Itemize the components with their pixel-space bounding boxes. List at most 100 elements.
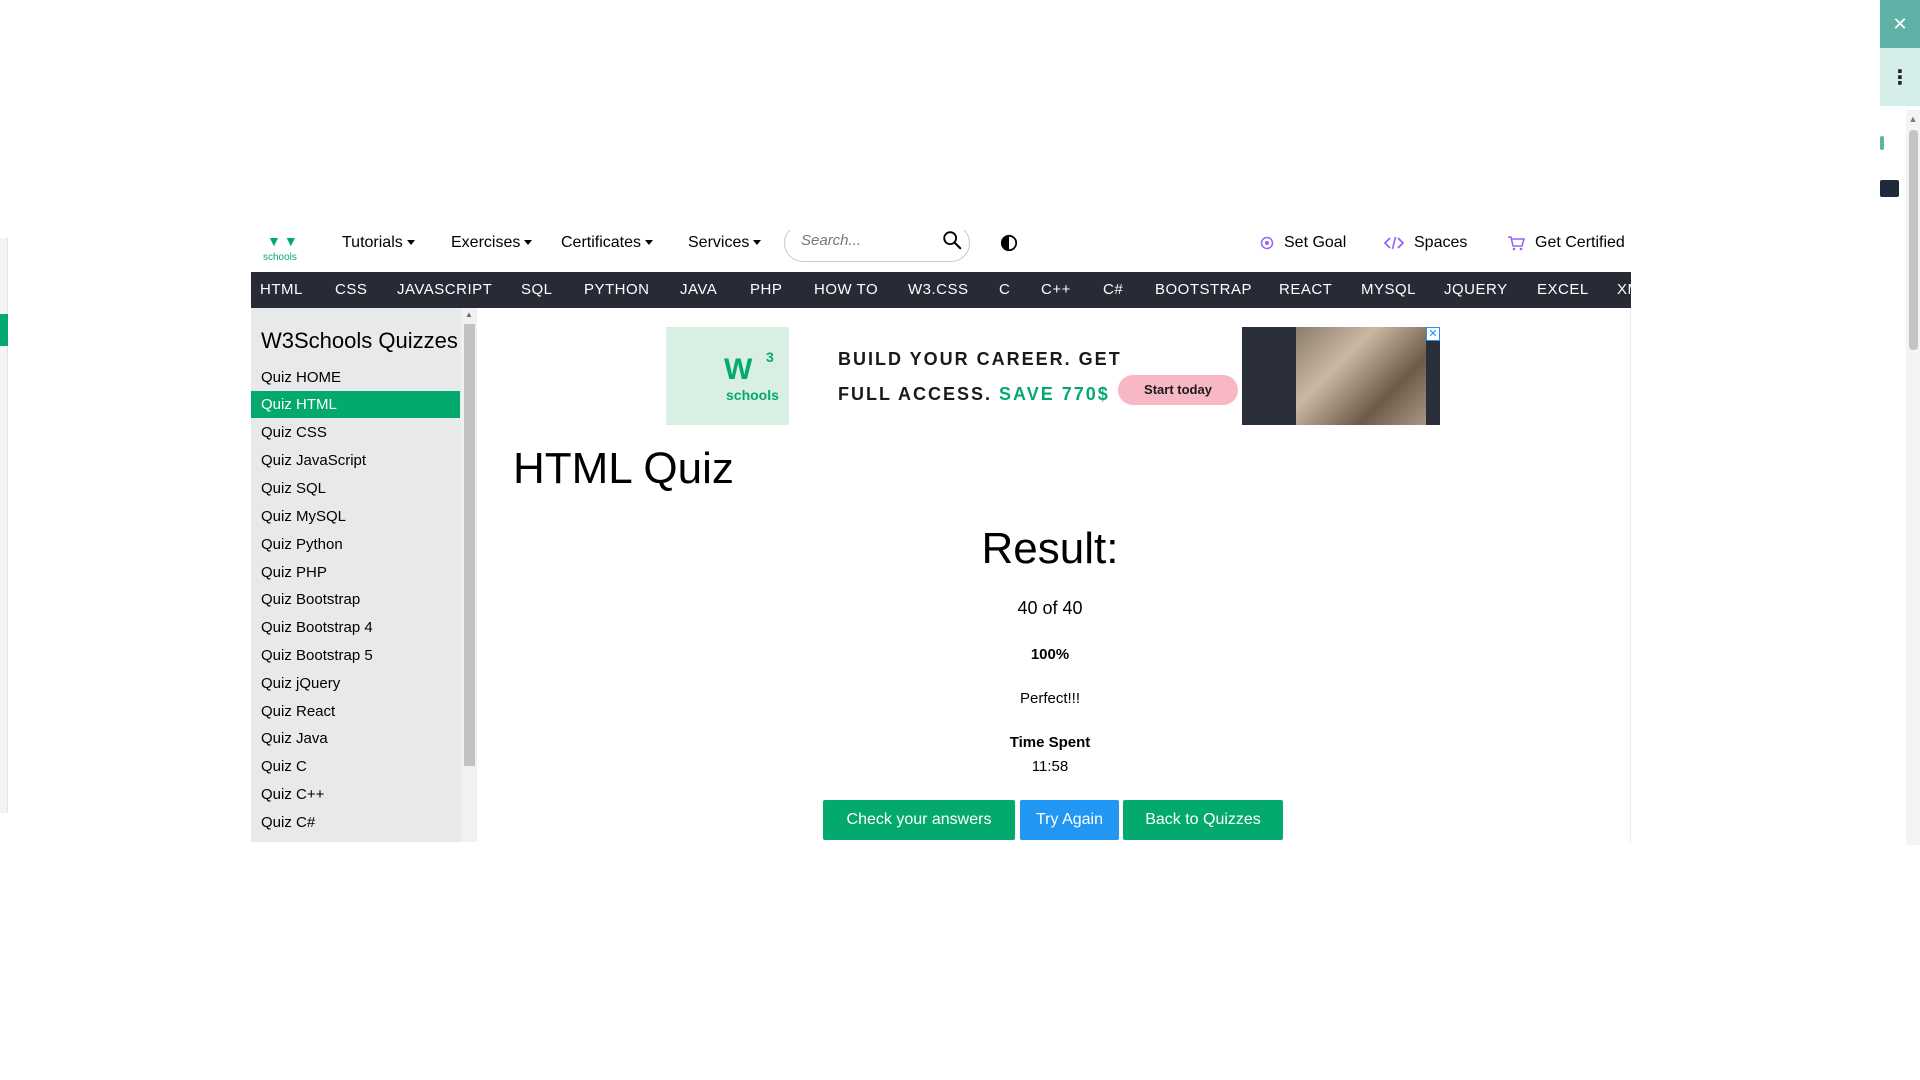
subject-css[interactable]: CSS (335, 272, 367, 308)
sidebar-item-quiz-cpp[interactable]: Quiz C++ (251, 781, 460, 808)
subject-php[interactable]: PHP (750, 272, 782, 308)
spaces-label: Spaces (1414, 234, 1468, 251)
subject-jquery[interactable]: JQUERY (1444, 272, 1508, 308)
search-input[interactable] (801, 230, 931, 251)
cart-icon (1508, 235, 1525, 251)
nav-tutorials-menu[interactable]: Tutorials (342, 234, 415, 252)
subject-cpp[interactable]: C++ (1041, 272, 1071, 308)
subject-sql[interactable]: SQL (521, 272, 553, 308)
ad-logo-mark: W (724, 353, 753, 386)
ad-logo-superscript: 3 (766, 349, 774, 365)
caret-down-icon (524, 240, 533, 246)
subject-xml[interactable]: XM (1617, 272, 1631, 308)
code-icon (1384, 236, 1404, 249)
w3schools-logo[interactable]: ▼▼ schools (263, 230, 311, 264)
sidebar-item-quiz-bootstrap-5[interactable]: Quiz Bootstrap 5 (251, 642, 460, 669)
scroll-up-arrow-icon[interactable]: ▲ (461, 310, 477, 319)
sidebar-item-quiz-php[interactable]: Quiz PHP (251, 559, 460, 586)
target-icon (1260, 236, 1274, 250)
result-heading: Result: (981, 524, 1119, 573)
side-panel-block (1880, 180, 1899, 197)
close-icon[interactable]: ✕ (1880, 0, 1920, 48)
caret-down-icon (753, 240, 762, 246)
sidebar-item-quiz-jquery[interactable]: Quiz jQuery (251, 670, 460, 697)
ad-logo-panel: W 3 schools (666, 327, 789, 425)
side-panel-indicator (1880, 136, 1884, 150)
sidebar-item-quiz-csharp[interactable]: Quiz C# (251, 809, 460, 836)
nav-exercises-menu[interactable]: Exercises (451, 234, 533, 252)
subject-csharp[interactable]: C# (1103, 272, 1123, 308)
ad-discount: SAVE 770$ (999, 384, 1110, 404)
set-goal-link[interactable]: Set Goal (1260, 234, 1346, 252)
ad-photo (1296, 327, 1426, 425)
top-navbar: ▼▼ schools Tutorials Exercises Certifica… (251, 230, 1631, 272)
sidebar-item-quiz-mysql[interactable]: Quiz MySQL (251, 503, 460, 530)
get-certified-label: Get Certified (1535, 234, 1625, 251)
left-panel-active-marker (0, 314, 8, 346)
quiz-sidebar: W3Schools Quizzes Quiz HOME Quiz HTML Qu… (251, 308, 477, 842)
subject-bar: HTML CSS JAVASCRIPT SQL PYTHON JAVA PHP … (251, 272, 1631, 308)
sidebar-scroll-thumb[interactable] (464, 324, 475, 766)
nav-services-menu[interactable]: Services (688, 234, 762, 252)
try-again-button[interactable]: Try Again (1020, 800, 1119, 840)
subject-javascript[interactable]: JAVASCRIPT (397, 272, 492, 308)
result-verdict: Perfect!!! (1019, 690, 1081, 707)
sidebar-item-quiz-java[interactable]: Quiz Java (251, 725, 460, 752)
sidebar-item-quiz-home[interactable]: Quiz HOME (251, 364, 460, 391)
search-icon[interactable] (941, 230, 963, 251)
sidebar-item-quiz-bootstrap-4[interactable]: Quiz Bootstrap 4 (251, 614, 460, 641)
logo-text: schools (263, 252, 297, 263)
sidebar-scrollbar[interactable]: ▲ (461, 308, 477, 842)
ad-subheadline-prefix: FULL ACCESS. (838, 384, 993, 404)
subject-java[interactable]: JAVA (680, 272, 717, 308)
subject-python[interactable]: PYTHON (584, 272, 650, 308)
check-answers-button[interactable]: Check your answers (823, 800, 1015, 840)
caret-down-icon (406, 240, 415, 246)
sidebar-item-quiz-c[interactable]: Quiz C (251, 753, 460, 780)
score-text: 40 of 40 (1017, 598, 1083, 618)
sidebar-item-quiz-react[interactable]: Quiz React (251, 698, 460, 725)
sidebar-item-quiz-python[interactable]: Quiz Python (251, 531, 460, 558)
time-spent-label: Time Spent (1009, 734, 1091, 751)
nav-certificates-label: Certificates (561, 234, 642, 251)
content-divider (1630, 308, 1631, 842)
theme-toggle-icon[interactable] (1000, 234, 1018, 252)
ad-banner[interactable]: W 3 schools BUILD YOUR CAREER. GET FULL … (666, 327, 1440, 425)
caret-down-icon (645, 240, 654, 246)
more-options-icon[interactable]: ⋮ (1880, 56, 1920, 100)
scroll-up-arrow-icon[interactable]: ▲ (1906, 112, 1920, 126)
subject-react[interactable]: REACT (1279, 272, 1332, 308)
time-spent-value: 11:58 (1031, 758, 1069, 775)
back-to-quizzes-button[interactable]: Back to Quizzes (1123, 800, 1283, 840)
subject-excel[interactable]: EXCEL (1537, 272, 1589, 308)
nav-certificates-menu[interactable]: Certificates (561, 234, 654, 252)
ad-start-today-button[interactable]: Start today (1118, 375, 1238, 405)
ad-logo-text: schools (726, 387, 779, 403)
score-percent: 100% (1030, 646, 1070, 663)
spaces-link[interactable]: Spaces (1384, 234, 1467, 252)
subject-html[interactable]: HTML (260, 272, 303, 308)
sidebar-item-quiz-css[interactable]: Quiz CSS (251, 419, 460, 446)
subject-mysql[interactable]: MYSQL (1361, 272, 1416, 308)
set-goal-label: Set Goal (1284, 234, 1347, 251)
nav-services-label: Services (688, 234, 750, 251)
ad-close-icon[interactable]: ✕ (1426, 327, 1440, 341)
sidebar-item-quiz-sql[interactable]: Quiz SQL (251, 475, 460, 502)
subject-bootstrap[interactable]: BOOTSTRAP (1155, 272, 1252, 308)
sidebar-item-quiz-html[interactable]: Quiz HTML (251, 391, 460, 418)
sidebar-item-quiz-javascript[interactable]: Quiz JavaScript (251, 447, 460, 474)
ad-headline: BUILD YOUR CAREER. GET (838, 349, 1122, 369)
subject-how-to[interactable]: HOW TO (814, 272, 878, 308)
subject-w3css[interactable]: W3.CSS (908, 272, 969, 308)
page-title: HTML Quiz (513, 444, 734, 493)
nav-tutorials-label: Tutorials (342, 234, 403, 251)
page-scroll-thumb[interactable] (1909, 130, 1918, 350)
subject-c[interactable]: C (999, 272, 1010, 308)
ad-subheadline: FULL ACCESS. SAVE 770$ (838, 384, 1110, 405)
sidebar-title: W3Schools Quizzes (261, 328, 458, 353)
sidebar-item-quiz-bootstrap[interactable]: Quiz Bootstrap (251, 586, 460, 613)
search-box (784, 230, 970, 262)
nav-exercises-label: Exercises (451, 234, 521, 251)
logo-mark: ▼▼ (267, 233, 301, 249)
get-certified-link[interactable]: Get Certified (1507, 234, 1625, 252)
